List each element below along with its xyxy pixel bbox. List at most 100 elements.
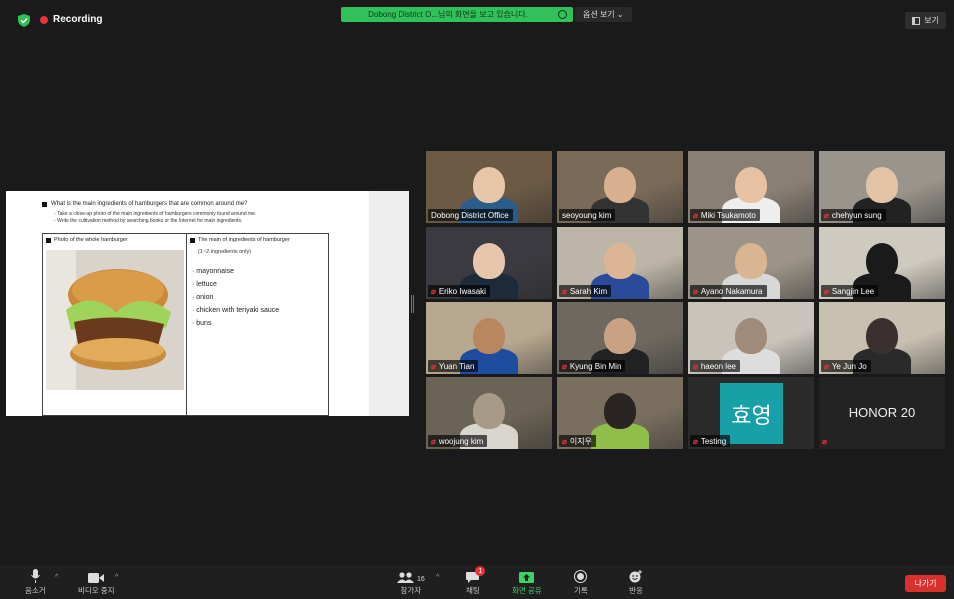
participant-nametag: ⌀ Eriko Iwasaki — [428, 285, 490, 297]
muted-mic-icon: ⌀ — [431, 286, 436, 296]
participant-silhouette-head — [473, 167, 505, 203]
participant-tile[interactable]: Dobong District Office — [426, 151, 552, 223]
participant-silhouette-head — [604, 243, 636, 279]
participant-name: seoyoung kim — [562, 210, 612, 220]
participant-nametag: ⌀ woojung kim — [428, 435, 488, 447]
muted-mic-icon: ⌀ — [693, 210, 698, 220]
security-shield-icon[interactable] — [18, 14, 30, 27]
participant-silhouette-head — [604, 318, 636, 354]
participant-name: Dobong District Office — [431, 210, 509, 220]
video-camera-icon — [88, 569, 105, 583]
participants-count: 16 — [417, 576, 425, 583]
muted-mic-icon: ⌀ — [693, 286, 698, 296]
table-divider — [186, 234, 187, 415]
share-screen-icon — [519, 569, 535, 583]
participant-nametag: ⌀ Testing — [690, 435, 731, 447]
bullet-square-icon — [46, 237, 51, 243]
record-button[interactable]: 기록 — [574, 569, 588, 596]
participant-nametag: Dobong District Office — [428, 209, 513, 221]
participant-silhouette-head — [735, 243, 767, 279]
document-question: What is the main ingredients of hamburge… — [42, 201, 247, 207]
participant-name: Yuan Tian — [438, 361, 475, 371]
meeting-toolbar: 음소거 ^ 비디오 중지 ^ 16 참가자 ^ 1 채팅 화면 공유 기록 반응… — [0, 565, 954, 599]
layout-icon — [912, 16, 921, 25]
participant-tile[interactable]: ⌀ chehyun sung — [819, 151, 945, 223]
participant-tile[interactable]: ⌀ Ye Jun Jo — [819, 302, 945, 374]
participant-silhouette-head — [735, 167, 767, 203]
leave-meeting-button[interactable]: 나가기 — [905, 575, 946, 592]
muted-mic-icon: ⌀ — [824, 361, 829, 371]
participant-name-large: HONOR 20 — [848, 405, 916, 420]
participant-nametag: ⌀ Sarah Kim — [559, 285, 612, 297]
audio-options-chevron-icon[interactable]: ^ — [55, 574, 58, 581]
participant-nametag: ⌀ haeon lee — [690, 360, 740, 372]
mute-button[interactable]: 음소거 — [25, 569, 46, 596]
ingredient-item: · buns — [192, 320, 212, 327]
leave-label: 나가기 — [914, 579, 937, 588]
recording-indicator[interactable]: Recording — [40, 14, 102, 25]
participant-tile[interactable]: ⌀ Sarah Kim — [557, 227, 683, 299]
muted-mic-icon: ⌀ — [562, 436, 567, 446]
stop-view-icon[interactable] — [558, 10, 567, 19]
participant-tile[interactable]: ⌀ Eriko Iwasaki — [426, 227, 552, 299]
participant-silhouette-head — [473, 393, 505, 429]
share-screen-label: 화면 공유 — [512, 586, 542, 595]
participant-nametag: ⌀ Ye Jun Jo — [821, 360, 871, 372]
view-options-button[interactable]: 옵션 보기 ⌄ — [575, 7, 632, 22]
ingredients-column-header-text: The main of ingredients of hamburger — [198, 237, 290, 243]
ingredients-note: (1~2 ingredients only) — [198, 249, 252, 255]
view-layout-button[interactable]: 보기 — [905, 12, 946, 29]
participant-name: chehyun sung — [831, 210, 882, 220]
participant-tile[interactable]: ⌀ Miki Tsukamoto — [688, 151, 814, 223]
reactions-button[interactable]: 반응 — [629, 569, 643, 596]
participants-options-chevron-icon[interactable]: ^ — [436, 574, 439, 581]
muted-mic-icon: ⌀ — [693, 436, 698, 446]
screen-share-banner: Dobong District O...님의 화면을 보고 있습니다. — [341, 7, 573, 22]
participant-silhouette-head — [735, 318, 767, 354]
ingredient-item: · mayonnaise — [192, 268, 235, 275]
recording-dot-icon — [40, 15, 48, 24]
view-options-label: 옵션 보기 ⌄ — [583, 10, 624, 19]
participant-nametag: ⌀ Ayano Nakamura — [690, 285, 767, 297]
record-label: 기록 — [574, 586, 588, 595]
participant-name: woojung kim — [438, 436, 484, 446]
participant-name: Eriko Iwasaki — [438, 286, 486, 296]
document-margin — [369, 191, 409, 416]
muted-mic-icon: ⌀ — [824, 286, 829, 296]
bullet-square-icon — [190, 237, 195, 243]
participant-tile[interactable]: ⌀ Sangjin Lee — [819, 227, 945, 299]
reactions-label: 반응 — [629, 586, 643, 595]
smiley-icon — [629, 569, 643, 583]
chat-label: 채팅 — [466, 586, 480, 595]
participant-tile[interactable]: HONOR 20 ⌀ — [819, 377, 945, 449]
question-text: What is the main ingredients of hamburge… — [51, 201, 248, 207]
hamburger-photo — [46, 250, 184, 390]
stop-video-button[interactable]: 비디오 중지 — [78, 569, 115, 596]
split-resize-handle[interactable] — [411, 295, 414, 313]
participant-tile[interactable]: ⌀ Yuan Tian — [426, 302, 552, 374]
chat-button[interactable]: 1 채팅 — [466, 566, 486, 596]
stop-video-label: 비디오 중지 — [78, 586, 115, 595]
participant-tile[interactable]: ⌀ 이지우 — [557, 377, 683, 449]
participant-tile[interactable]: ⌀ haeon lee — [688, 302, 814, 374]
participants-button[interactable]: 16 참가자 — [397, 569, 425, 596]
participant-tile[interactable]: ⌀ Ayano Nakamura — [688, 227, 814, 299]
video-options-chevron-icon[interactable]: ^ — [115, 574, 118, 581]
participant-tile[interactable]: seoyoung kim — [557, 151, 683, 223]
muted-mic-icon: ⌀ — [431, 436, 436, 446]
chat-unread-badge: 1 — [475, 566, 486, 576]
muted-mic-icon: ⌀ — [693, 361, 698, 371]
participant-nametag: ⌀ chehyun sung — [821, 209, 886, 221]
participant-nametag: ⌀ Yuan Tian — [428, 360, 479, 372]
instruction-line: ◦ Write the cultivation method by search… — [54, 218, 243, 224]
muted-mic-icon: ⌀ — [431, 361, 436, 371]
participant-tile[interactable]: ⌀ Kyung Bin Min — [557, 302, 683, 374]
participant-tile[interactable]: ⌀ woojung kim — [426, 377, 552, 449]
participant-silhouette-head — [866, 318, 898, 354]
recording-label: Recording — [53, 14, 103, 25]
participant-tile[interactable]: 효영 ⌀ Testing — [688, 377, 814, 449]
chat-icon: 1 — [466, 566, 486, 583]
participant-silhouette-head — [473, 318, 505, 354]
participant-nametag: ⌀ Kyung Bin Min — [559, 360, 626, 372]
share-screen-button[interactable]: 화면 공유 — [512, 569, 542, 596]
